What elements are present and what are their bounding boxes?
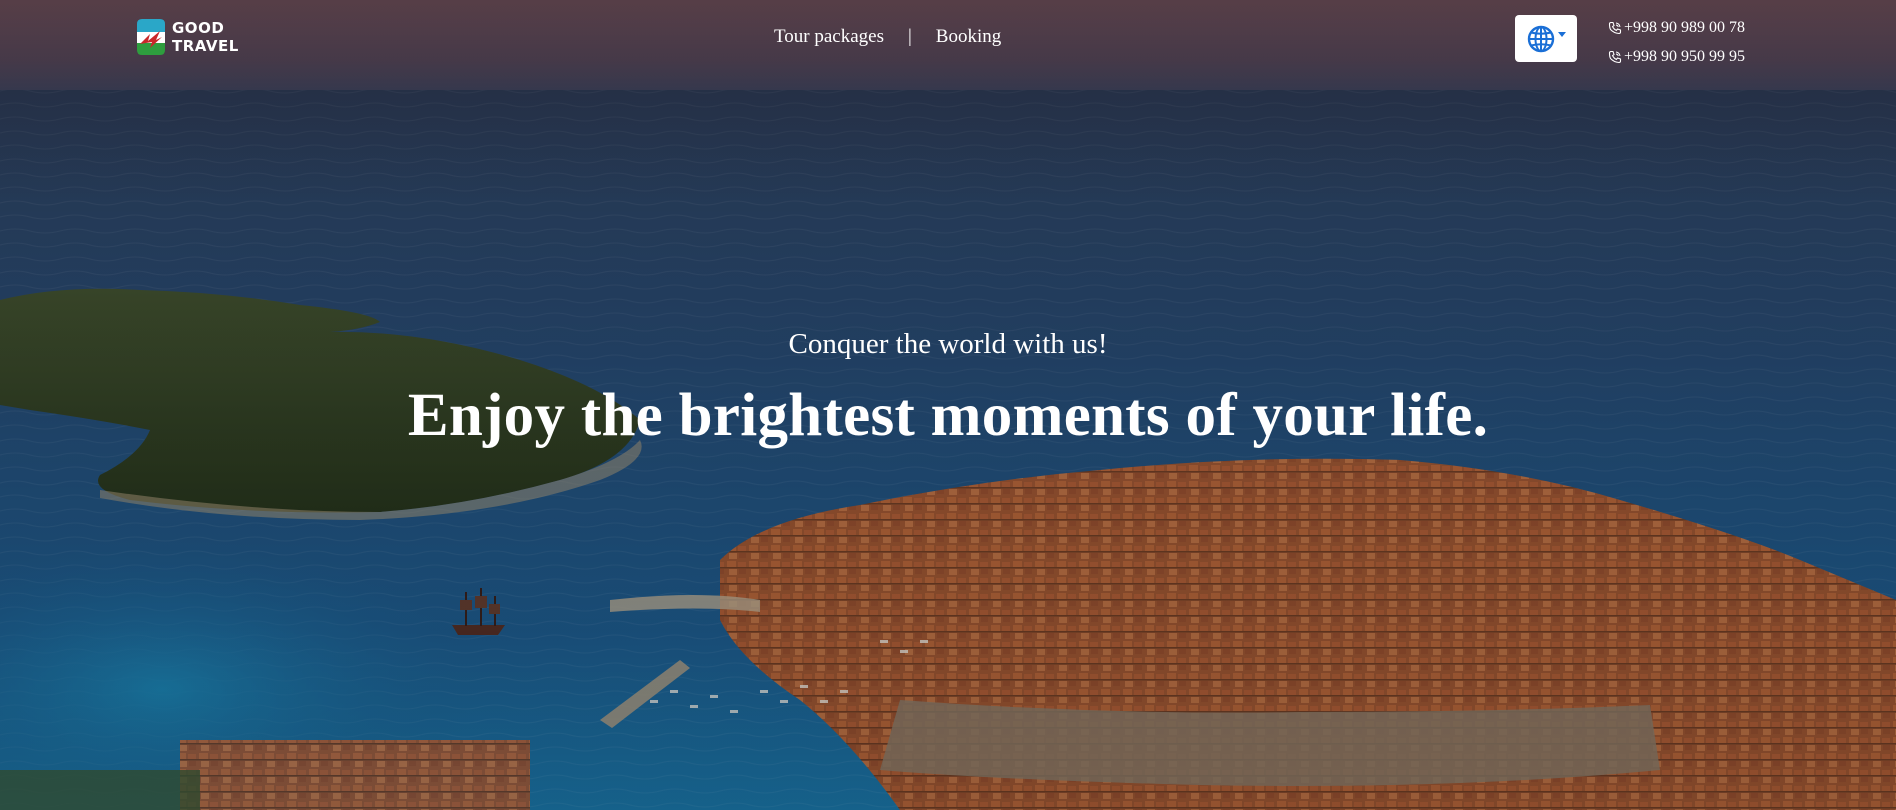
logo-icon bbox=[137, 19, 165, 55]
logo-line-2: TRAVEL bbox=[172, 37, 239, 55]
phone-icon bbox=[1608, 50, 1622, 63]
phone-link-1[interactable]: +998 90 989 00 78 bbox=[1608, 13, 1745, 42]
language-selector-button[interactable] bbox=[1515, 15, 1577, 62]
logo-text: GOOD TRAVEL bbox=[172, 19, 239, 55]
nav-tour-packages[interactable]: Tour packages bbox=[774, 26, 884, 48]
nav-booking[interactable]: Booking bbox=[936, 26, 1001, 48]
phone-link-2[interactable]: +998 90 950 99 95 bbox=[1608, 42, 1745, 71]
phone-number-2: +998 90 950 99 95 bbox=[1624, 48, 1746, 65]
logo-line-1: GOOD bbox=[172, 19, 225, 37]
hero-subtitle: Conquer the world with us! bbox=[788, 328, 1108, 360]
hero-section: GOOD TRAVEL Tour packages | Booking +998… bbox=[0, 0, 1896, 810]
logo-link[interactable]: GOOD TRAVEL bbox=[136, 18, 239, 56]
phone-list: +998 90 989 00 78 +998 90 950 99 95 bbox=[1608, 13, 1745, 71]
caret-down-icon bbox=[1558, 31, 1566, 37]
site-header: GOOD TRAVEL Tour packages | Booking +998… bbox=[0, 0, 1896, 80]
hero-title: Enjoy the brightest moments of your life… bbox=[407, 382, 1489, 449]
phone-icon bbox=[1608, 21, 1622, 34]
phone-number-1: +998 90 989 00 78 bbox=[1624, 19, 1746, 36]
globe-icon bbox=[1527, 25, 1555, 52]
nav-separator: | bbox=[907, 26, 912, 47]
main-nav: Tour packages | Booking bbox=[774, 26, 1001, 48]
